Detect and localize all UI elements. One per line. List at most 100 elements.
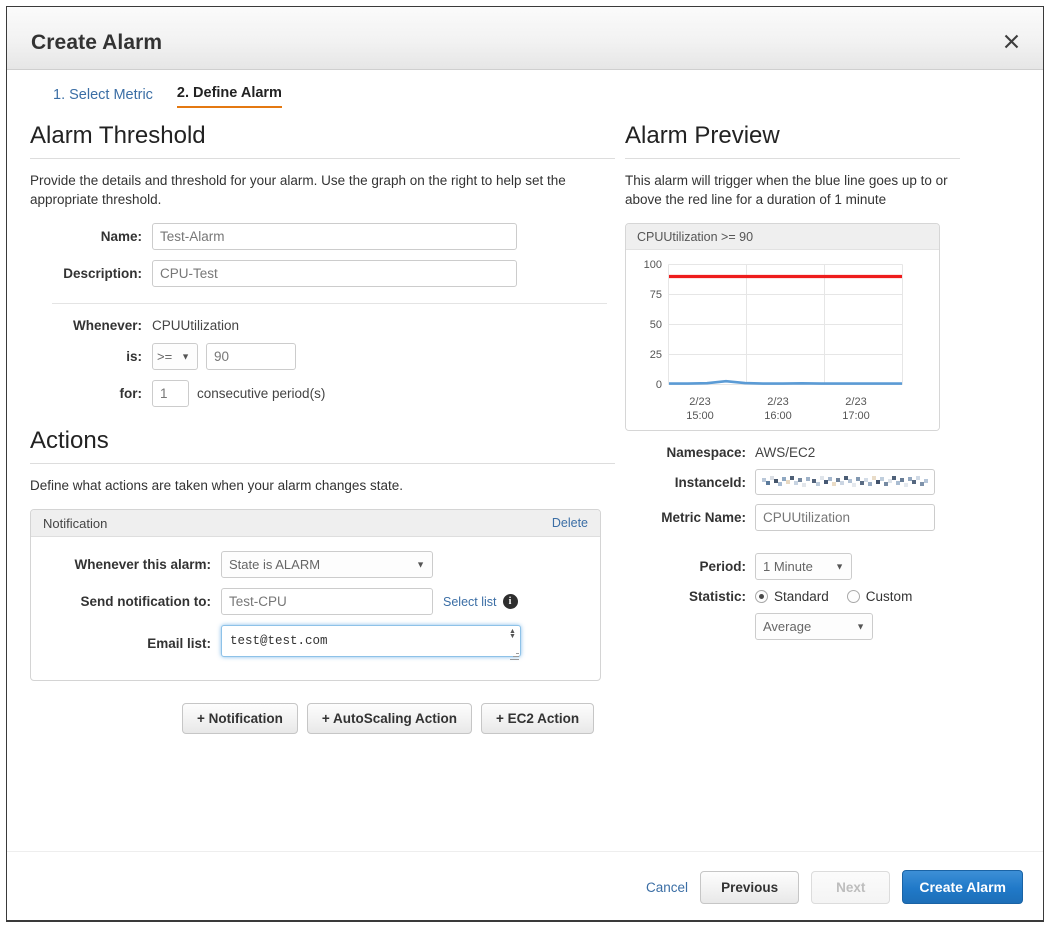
email-stepper[interactable]: ▲ ▼ xyxy=(506,627,519,640)
svg-text:17:00: 17:00 xyxy=(842,410,870,422)
send-notification-row: Send notification to: Select list i xyxy=(31,588,600,615)
namespace-value: AWS/EC2 xyxy=(755,445,816,460)
alarm-state-select[interactable]: State is ALARM xyxy=(221,551,433,578)
statistic-select[interactable]: Average xyxy=(755,613,873,640)
add-notification-button[interactable]: + Notification xyxy=(182,703,298,734)
chart-title: CPUUtilization >= 90 xyxy=(626,224,939,250)
info-icon[interactable]: i xyxy=(502,594,518,609)
consecutive-periods-input[interactable] xyxy=(152,380,189,407)
create-alarm-dialog: Create Alarm 1. Select Metric 2. Define … xyxy=(6,6,1044,922)
divider xyxy=(7,851,1043,852)
whenever-label: Whenever: xyxy=(72,318,142,333)
notification-panel-title: Notification xyxy=(43,515,108,531)
right-column: Alarm Preview This alarm will trigger wh… xyxy=(625,122,960,649)
svg-text:50: 50 xyxy=(650,319,662,331)
periods-row: for: consecutive period(s) xyxy=(30,380,615,407)
statistic-select-wrapper: Average ▼ xyxy=(755,613,873,640)
svg-text:75: 75 xyxy=(650,289,662,301)
divider xyxy=(30,463,615,464)
svg-text:16:00: 16:00 xyxy=(764,410,792,422)
next-button: Next xyxy=(811,870,891,904)
alarm-description-input[interactable] xyxy=(152,260,517,287)
close-icon[interactable] xyxy=(999,29,1023,53)
for-label: for: xyxy=(119,386,143,401)
send-notification-to-label: Send notification to: xyxy=(80,594,212,609)
instanceid-label: InstanceId: xyxy=(674,474,746,490)
select-list-link[interactable]: Select list xyxy=(443,595,497,609)
alarm-preview-chart-card: CPUUtilization >= 90 100 75 50 25 0 2/23… xyxy=(625,223,940,431)
description-label: Description: xyxy=(63,266,142,281)
period-select-wrapper: 1 Minute ▼ xyxy=(755,553,852,580)
notification-topic-input[interactable] xyxy=(221,588,433,615)
step-define-alarm[interactable]: 2. Define Alarm xyxy=(176,85,282,108)
instanceid-input[interactable] xyxy=(755,469,935,495)
dialog-footer: Cancel Previous Next Create Alarm xyxy=(646,870,1023,904)
actions-help: Define what actions are taken when your … xyxy=(30,478,403,493)
delete-notification-link[interactable]: Delete xyxy=(552,516,588,530)
notification-panel-body: Whenever this alarm: State is ALARM ▼ Se… xyxy=(31,537,600,680)
add-autoscaling-action-button[interactable]: + AutoScaling Action xyxy=(306,703,473,734)
statistic-custom-radio[interactable] xyxy=(846,590,860,603)
operator-select-wrapper: >= ▼ xyxy=(152,343,198,370)
notification-panel-header: Notification Delete xyxy=(31,510,600,537)
dialog-titlebar: Create Alarm xyxy=(7,7,1043,70)
name-row: Name: xyxy=(30,223,615,250)
statistic-standard-radio[interactable] xyxy=(755,590,768,603)
email-textarea-wrapper: test@test.com ▲ ▼ xyxy=(221,625,521,662)
create-alarm-button[interactable]: Create Alarm xyxy=(902,870,1023,904)
whenever-this-alarm-label: Whenever this alarm: xyxy=(74,557,211,572)
instanceid-row: InstanceId: xyxy=(625,469,960,495)
svg-text:2/23: 2/23 xyxy=(689,396,710,408)
svg-text:2/23: 2/23 xyxy=(845,396,866,408)
metricname-label: Metric Name: xyxy=(661,510,746,525)
periods-suffix-label: consecutive period(s) xyxy=(197,386,326,401)
svg-text:100: 100 xyxy=(644,259,662,271)
statistic-custom-label[interactable]: Custom xyxy=(866,589,913,604)
is-label: is: xyxy=(126,349,142,364)
comparison-row: is: >= ▼ xyxy=(30,343,615,370)
email-list-label: Email list: xyxy=(147,636,211,651)
alarm-preview-chart: 100 75 50 25 0 2/23 15:00 2/23 16:00 2/23 1… xyxy=(626,250,939,430)
divider xyxy=(52,303,607,304)
left-column: Alarm Threshold Provide the details and … xyxy=(30,122,615,734)
description-row: Description: xyxy=(30,260,615,287)
step-select-metric[interactable]: 1. Select Metric xyxy=(53,87,153,108)
svg-text:0: 0 xyxy=(656,379,662,391)
namespace-row: Namespace: AWS/EC2 xyxy=(625,445,960,460)
alarm-state-select-wrapper: State is ALARM ▼ xyxy=(221,551,433,578)
alarm-threshold-heading: Alarm Threshold xyxy=(30,122,206,149)
operator-select[interactable]: >= xyxy=(152,343,198,370)
email-list-input[interactable]: test@test.com xyxy=(221,625,521,657)
metric-name-input[interactable] xyxy=(755,504,935,531)
metric-line xyxy=(669,379,902,385)
metricname-row: Metric Name: xyxy=(625,504,960,531)
period-select[interactable]: 1 Minute xyxy=(755,553,852,580)
statistic-standard-label[interactable]: Standard xyxy=(774,589,829,604)
alarm-state-row: Whenever this alarm: State is ALARM ▼ xyxy=(31,551,600,578)
divider xyxy=(625,158,960,159)
period-row: Period: 1 Minute ▼ xyxy=(625,553,960,580)
period-statistic-group: Period: 1 Minute ▼ Statistic: Standard C… xyxy=(625,553,960,640)
whenever-metric-value: CPUUtilization xyxy=(152,318,240,333)
statistic-label: Statistic: xyxy=(688,589,746,604)
actions-heading: Actions xyxy=(30,427,109,454)
svg-text:2/23: 2/23 xyxy=(767,396,788,408)
svg-text:25: 25 xyxy=(650,349,662,361)
resize-handle[interactable] xyxy=(509,651,519,661)
alarm-threshold-help: Provide the details and threshold for yo… xyxy=(30,173,566,207)
alarm-name-input[interactable] xyxy=(152,223,517,250)
dialog-title: Create Alarm xyxy=(31,31,163,54)
divider xyxy=(30,158,615,159)
add-action-buttons: + Notification + AutoScaling Action + EC… xyxy=(182,703,615,734)
notification-action-panel: Notification Delete Whenever this alarm:… xyxy=(30,509,601,681)
email-list-row: Email list: test@test.com ▲ ▼ xyxy=(31,625,600,662)
period-label: Period: xyxy=(699,559,746,574)
previous-button[interactable]: Previous xyxy=(700,870,800,904)
threshold-value-input[interactable] xyxy=(206,343,296,370)
add-ec2-action-button[interactable]: + EC2 Action xyxy=(481,703,595,734)
name-label: Name: xyxy=(100,229,142,244)
wizard-steps: 1. Select Metric 2. Define Alarm xyxy=(53,85,282,108)
statistic-value-row: Average ▼ xyxy=(625,613,960,640)
svg-text:15:00: 15:00 xyxy=(686,410,714,422)
cancel-link[interactable]: Cancel xyxy=(646,880,688,895)
